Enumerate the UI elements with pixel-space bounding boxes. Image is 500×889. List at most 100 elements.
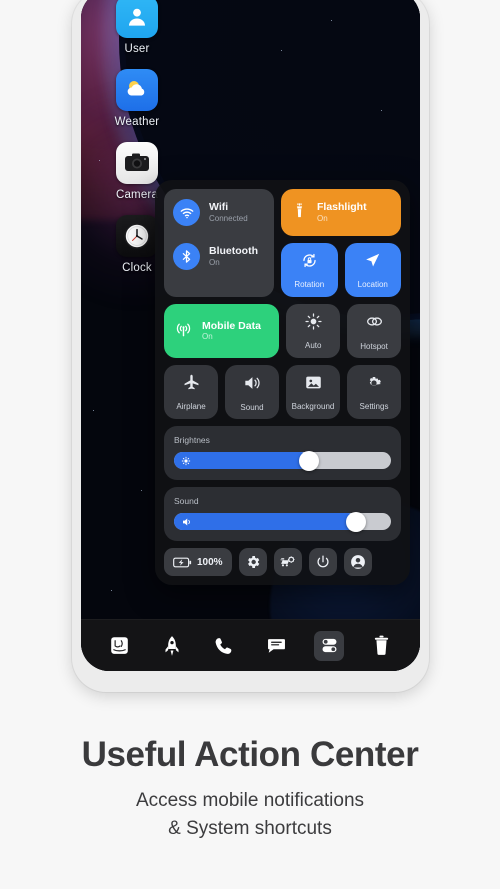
dock-item-launcher[interactable]	[157, 631, 187, 661]
mobile-data-label: Mobile Data	[202, 319, 261, 332]
volume-icon	[183, 518, 190, 525]
page-title: Useful Action Center	[81, 735, 419, 774]
airplane-label: Airplane	[176, 402, 206, 411]
app-user[interactable]: User	[95, 0, 179, 55]
weather-icon	[116, 69, 158, 111]
camera-icon	[116, 142, 158, 184]
background-label: Background	[291, 402, 335, 411]
bluetooth-status: On	[209, 257, 220, 267]
brightness-knob[interactable]	[298, 450, 319, 471]
background-tile[interactable]: Background	[286, 365, 340, 419]
dock-item-trash[interactable]	[367, 631, 397, 661]
sound-tile[interactable]: Sound	[225, 365, 279, 419]
location-label: Location	[357, 280, 388, 289]
settings-tile[interactable]: Settings	[347, 365, 401, 419]
account-button[interactable]	[343, 548, 372, 576]
sound-slider[interactable]	[174, 511, 391, 532]
rotation-tile[interactable]: Rotation	[281, 243, 338, 297]
control-center-panel: Wifi Connected Bluetooth On Flashlight O…	[155, 180, 410, 585]
messages-icon	[268, 639, 286, 653]
sound-knob[interactable]	[346, 511, 367, 532]
caption-subtitle: Access mobile notifications & System sho…	[0, 787, 500, 842]
brightness-label: Brightnes	[174, 435, 210, 445]
phone-screen: User Weather Camera Clock Wifi Connected…	[81, 0, 420, 671]
location-tile[interactable]: Location	[344, 243, 401, 297]
hotspot-label: Hotspot	[360, 342, 388, 351]
location-arrow-icon	[363, 251, 382, 275]
phone-icon	[215, 637, 232, 654]
power-icon	[317, 555, 329, 568]
sound-label: Sound	[240, 402, 264, 412]
auto-brightness-tile[interactable]: Auto	[286, 304, 341, 358]
caption-subtitle-line-2: & System shortcuts	[168, 817, 332, 839]
app-label: User	[124, 43, 150, 55]
cc-row-2: Mobile Data On Auto Hotspot	[164, 304, 401, 358]
settings-shortcut-button[interactable]	[238, 548, 267, 576]
settings-label: Settings	[359, 401, 389, 411]
user-icon	[116, 0, 158, 38]
brightness-slider[interactable]	[174, 450, 391, 471]
sound-slider-box: Sound	[164, 487, 401, 541]
dock-item-finder[interactable]	[104, 631, 134, 661]
dock-item-phone[interactable]	[209, 631, 239, 661]
gear-icon	[247, 556, 259, 568]
cc-right-column: Flashlight On Rotation Location	[281, 189, 401, 297]
clock-icon	[116, 215, 158, 257]
hotspot-icon	[364, 311, 385, 337]
control-center-icon	[322, 638, 337, 653]
gear-icon	[365, 374, 383, 397]
battery-percent: 100%	[197, 556, 223, 568]
sound-fill	[174, 513, 357, 530]
account-icon	[350, 555, 365, 569]
caption-subtitle-line-1: Access mobile notifications	[135, 790, 365, 811]
wifi-tile[interactable]: Wifi Connected	[173, 199, 265, 226]
image-icon	[304, 373, 323, 397]
mobile-data-icon	[174, 319, 193, 343]
cc-row-1: Wifi Connected Bluetooth On Flashlight O…	[164, 189, 401, 297]
airplane-icon	[182, 373, 201, 397]
wifi-label: Wifi	[209, 200, 229, 213]
rocket-launcher-icon	[165, 635, 179, 656]
bluetooth-icon	[173, 243, 200, 270]
app-label: Weather	[114, 116, 160, 128]
battery-status-button[interactable]: 100%	[164, 548, 232, 576]
bluetooth-label: Bluetooth	[209, 244, 258, 257]
mobile-data-tile[interactable]: Mobile Data On	[164, 304, 280, 358]
auto-label: Auto	[305, 341, 322, 350]
flashlight-label: Flashlight	[317, 201, 367, 213]
flashlight-status: On	[317, 213, 328, 223]
phone-device-frame: User Weather Camera Clock Wifi Connected…	[72, 0, 429, 692]
flashlight-tile[interactable]: Flashlight On	[281, 189, 401, 236]
quick-actions-row: 100%	[164, 548, 401, 576]
wifi-status: Connected	[209, 213, 248, 223]
promo-caption: Useful Action Center Access mobile notif…	[0, 735, 500, 842]
cc-tile-pair-1: Rotation Location	[281, 243, 401, 297]
trash-icon	[375, 635, 389, 655]
app-weather[interactable]: Weather	[95, 69, 179, 128]
rotation-label: Rotation	[294, 280, 325, 289]
connectivity-panel: Wifi Connected Bluetooth On	[164, 189, 274, 297]
cleaner-shortcut-button[interactable]	[273, 548, 302, 576]
speaker-icon	[242, 373, 262, 398]
airplane-tile[interactable]: Airplane	[164, 365, 218, 419]
promo-screenshot: User Weather Camera Clock Wifi Connected…	[0, 0, 500, 889]
brightness-auto-icon	[304, 312, 323, 336]
mobile-data-status: On	[202, 332, 213, 342]
sound-slider-label: Sound	[174, 496, 199, 506]
brightness-slider-box: Brightnes	[164, 426, 401, 480]
dock-bar	[81, 619, 420, 671]
hotspot-tile[interactable]: Hotspot	[347, 304, 401, 358]
wifi-icon	[173, 199, 200, 226]
finder-icon	[110, 637, 128, 654]
rotation-lock-icon	[300, 251, 319, 275]
cleaner-boost-icon	[280, 556, 295, 567]
brightness-icon	[181, 456, 191, 465]
dock-item-messages[interactable]	[262, 631, 292, 661]
dock-item-control-center[interactable]	[314, 630, 345, 661]
cc-row-3: Airplane Sound Background Settings	[164, 365, 401, 419]
power-button[interactable]	[308, 548, 337, 576]
brightness-fill	[174, 452, 309, 469]
battery-charging-icon	[173, 557, 192, 567]
bluetooth-tile[interactable]: Bluetooth On	[173, 243, 265, 270]
flashlight-icon	[291, 202, 308, 224]
